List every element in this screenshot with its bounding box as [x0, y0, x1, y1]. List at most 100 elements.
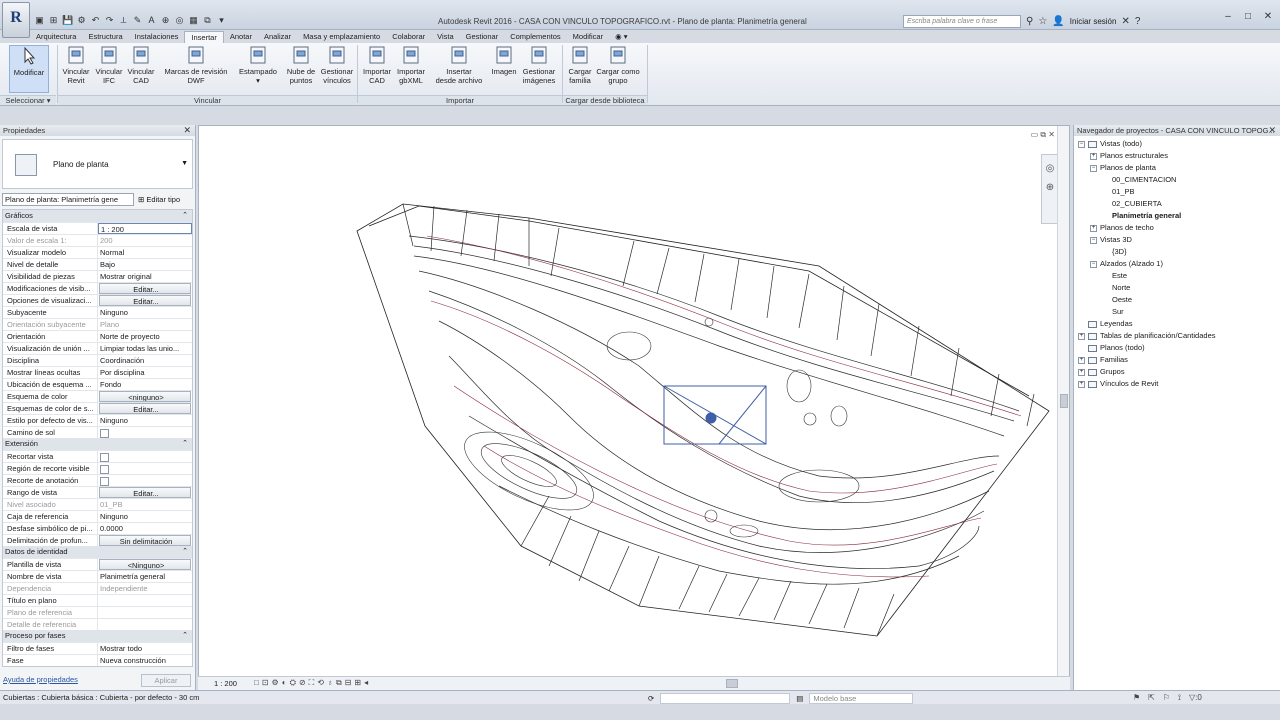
qat-tool-icon[interactable]: ✎	[132, 15, 143, 26]
tab-modificar[interactable]: Modificar	[567, 31, 609, 43]
load-group-button[interactable]: Cargar como grupo	[594, 45, 642, 85]
tab-anotar[interactable]: Anotar	[224, 31, 258, 43]
link-revit-button[interactable]: Vincular Revit	[60, 45, 92, 85]
selection-filter-icon[interactable]: ⟟	[1178, 691, 1181, 704]
tab--[interactable]: ◉ ▾	[609, 31, 633, 43]
view-control-icon[interactable]: ⊘	[299, 678, 306, 688]
browser-tree-item[interactable]: + Vínculos de Revit	[1078, 378, 1158, 390]
browser-tree-item[interactable]: − Vistas (todo)	[1078, 138, 1142, 150]
property-group-header[interactable]: Datos de identidad ⌃	[3, 546, 192, 558]
property-group-header[interactable]: Gráficos ⌃	[3, 210, 192, 222]
qat-tool-icon[interactable]: ⟂	[118, 15, 129, 26]
property-value[interactable]: Coordinación	[98, 355, 192, 366]
collapse-icon[interactable]: ⌃	[182, 438, 188, 450]
view-control-icon[interactable]: ⚙	[272, 678, 279, 688]
tab-estructura[interactable]: Estructura	[82, 31, 128, 43]
browser-tree-item[interactable]: Norte	[1112, 282, 1130, 294]
tab-gestionar[interactable]: Gestionar	[460, 31, 505, 43]
expand-icon[interactable]: +	[1090, 152, 1097, 160]
collapse-icon[interactable]: ⌃	[182, 630, 188, 642]
property-value[interactable]: Por disciplina	[98, 367, 192, 378]
browser-tree-item[interactable]: Este	[1112, 270, 1127, 282]
point-cloud-button[interactable]: Nube de puntos	[285, 45, 317, 85]
qat-tool-icon[interactable]: ◎	[174, 15, 185, 26]
browser-tree-item[interactable]: Sur	[1112, 306, 1124, 318]
selection-filter-icon[interactable]: ⇱	[1148, 691, 1155, 704]
property-value[interactable]: Mostrar original	[98, 271, 192, 282]
view-control-icon[interactable]: ◂	[364, 678, 368, 688]
qat-tool-icon[interactable]: ⧉	[202, 15, 213, 26]
qat-tool-icon[interactable]: ⚙	[76, 15, 87, 26]
view-control-icon[interactable]: □	[254, 678, 259, 688]
browser-tree-item[interactable]: Planimetría general	[1112, 210, 1181, 222]
collapse-icon[interactable]: ⌃	[182, 546, 188, 558]
property-value[interactable]	[98, 595, 192, 606]
property-value[interactable]: Norte de proyecto	[98, 331, 192, 342]
property-checkbox[interactable]	[98, 451, 192, 462]
selection-filter-icon[interactable]: ⚐	[1163, 691, 1170, 704]
expand-icon[interactable]: +	[1090, 224, 1097, 232]
view-control-icon[interactable]: ⧉	[336, 678, 342, 688]
design-option-select[interactable]: Modelo base	[809, 693, 914, 704]
zoom-icon[interactable]: ⊕	[1042, 182, 1058, 193]
tab-masa-y-emplazamiento[interactable]: Masa y emplazamiento	[297, 31, 386, 43]
load-family-button[interactable]: Cargar familia	[565, 45, 595, 85]
view-control-icon[interactable]: ⊞	[354, 678, 361, 688]
property-value[interactable]: Normal	[98, 247, 192, 258]
panel-select-label[interactable]: Seleccionar ▾	[0, 95, 56, 105]
qat-tool-icon[interactable]: ⊞	[48, 15, 59, 26]
property-value[interactable]: Limpiar todas las unio...	[98, 343, 192, 354]
qat-tool-icon[interactable]: ▣	[34, 15, 45, 26]
property-value[interactable]: Ninguno	[98, 511, 192, 522]
modify-button[interactable]: Modificar	[9, 45, 49, 93]
view-control-icon[interactable]: ◐	[282, 678, 287, 688]
qat-tool-icon[interactable]: 💾	[62, 15, 73, 26]
collapse-icon[interactable]: −	[1078, 140, 1085, 148]
browser-tree-item[interactable]: + Grupos	[1078, 366, 1125, 378]
collapse-icon[interactable]: ⌃	[182, 210, 188, 222]
steering-wheel-icon[interactable]: ◎	[1042, 163, 1058, 174]
view-control-icon[interactable]: ⛶	[309, 678, 315, 688]
property-edit-button[interactable]: Sin delimitación	[99, 535, 191, 546]
property-checkbox[interactable]	[98, 463, 192, 474]
sync-icon[interactable]: ⟳	[648, 692, 654, 705]
plan-icon[interactable]: ▤	[796, 692, 803, 705]
property-edit-button[interactable]: <Ninguno>	[99, 559, 191, 570]
expand-icon[interactable]: +	[1078, 380, 1085, 388]
import-cad-button[interactable]: Importar CAD	[362, 45, 392, 85]
qat-tool-icon[interactable]: A	[146, 15, 157, 26]
type-selector[interactable]: Plano de planta ▼	[2, 139, 193, 189]
browser-tree-item[interactable]: Leyendas	[1088, 318, 1133, 330]
workset-field[interactable]	[660, 693, 791, 704]
property-edit-button[interactable]: <ninguno>	[99, 391, 191, 402]
application-menu-button[interactable]: R	[2, 2, 30, 38]
insert-file-button[interactable]: Insertar desde archivo	[434, 45, 484, 85]
apply-button[interactable]: Aplicar	[141, 674, 191, 687]
user-icon[interactable]: 👤	[1052, 16, 1064, 27]
qat-tool-icon[interactable]: ⊕	[160, 15, 171, 26]
close-icon[interactable]: ✕	[1268, 125, 1276, 136]
horizontal-scroll-thumb[interactable]	[726, 679, 738, 688]
view-scale[interactable]: 1 : 200	[214, 679, 237, 688]
qat-tool-icon[interactable]: ↶	[90, 15, 101, 26]
browser-tree-item[interactable]: 01_PB	[1112, 186, 1135, 198]
property-value[interactable]: Fondo	[98, 379, 192, 390]
browser-tree-item[interactable]: 02_CUBIERTA	[1112, 198, 1162, 210]
view-control-icon[interactable]: ⛭	[290, 678, 296, 688]
property-edit-button[interactable]: Editar...	[99, 295, 191, 306]
qat-tool-icon[interactable]: ▦	[188, 15, 199, 26]
browser-tree-item[interactable]: Oeste	[1112, 294, 1132, 306]
browser-tree-item[interactable]: {3D}	[1112, 246, 1127, 258]
property-edit-button[interactable]: Editar...	[99, 403, 191, 414]
browser-tree-item[interactable]: − Alzados (Alzado 1)	[1090, 258, 1163, 270]
tab-instalaciones[interactable]: Instalaciones	[129, 31, 185, 43]
view-control-icon[interactable]: ⊟	[345, 678, 352, 688]
collapse-icon[interactable]: −	[1090, 164, 1097, 172]
qat-tool-icon[interactable]: ▾	[216, 15, 227, 26]
signin-button[interactable]: Iniciar sesión	[1070, 17, 1117, 26]
browser-tree-item[interactable]: + Planos estructurales	[1090, 150, 1168, 162]
link-ifc-button[interactable]: Vincular IFC	[93, 45, 125, 85]
expand-icon[interactable]: +	[1078, 368, 1085, 376]
browser-tree-item[interactable]: + Planos de techo	[1090, 222, 1154, 234]
properties-help-link[interactable]: Ayuda de propiedades	[3, 675, 78, 684]
